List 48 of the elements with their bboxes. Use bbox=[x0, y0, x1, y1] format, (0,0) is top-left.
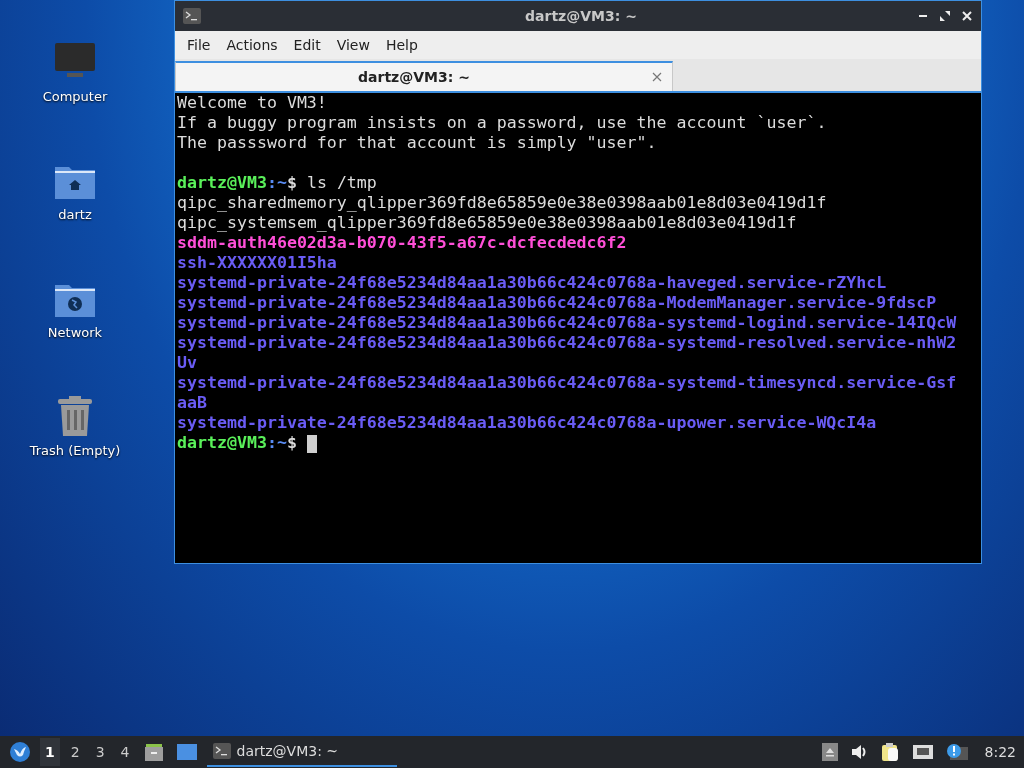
menu-item[interactable]: Edit bbox=[285, 37, 329, 53]
terminal-line: If a buggy program insists on a password, use the account `user`. bbox=[177, 113, 827, 132]
menu-item[interactable]: Help bbox=[377, 37, 426, 53]
notification-icon[interactable] bbox=[945, 743, 968, 761]
terminal-line: sddm-auth46e02d3a-b070-43f5-a67c-dcfecdedc6f2 bbox=[177, 233, 627, 252]
task-label: dartz@VM3: ~ bbox=[236, 743, 339, 759]
workspace-button[interactable]: 1 bbox=[40, 738, 60, 766]
terminal-icon bbox=[212, 743, 231, 759]
prompt-text: dartz@VM3:~$ bbox=[177, 173, 297, 192]
desktop-icon-label[interactable]: Network bbox=[47, 325, 103, 340]
desktop-icon-label[interactable]: Trash (Empty) bbox=[29, 443, 121, 458]
menu-item[interactable]: Actions bbox=[218, 37, 286, 53]
window-title: dartz@VM3: ~ bbox=[524, 8, 638, 24]
network-icon[interactable] bbox=[911, 743, 934, 761]
terminal-line: qipc_sharedmemory_qlipper369fd8e65859e0e38e0398aab01e8d03e0419d1f bbox=[177, 193, 827, 212]
workspace-button[interactable]: 4 bbox=[115, 738, 135, 766]
menu-item[interactable]: View bbox=[328, 37, 378, 53]
command-text: ls /tmp bbox=[305, 173, 377, 192]
file-cabinet-icon[interactable] bbox=[143, 742, 164, 762]
eject-icon[interactable] bbox=[821, 743, 838, 761]
taskbar-task[interactable]: dartz@VM3: ~ bbox=[206, 737, 397, 767]
trash-icon[interactable] bbox=[55, 395, 95, 437]
terminal-icon bbox=[183, 8, 201, 24]
terminal-line: systemd-private-24f68e5234d84aa1a30b66c424c0768a-haveged.service-rZYhcL bbox=[177, 273, 887, 292]
terminal-tab[interactable]: dartz@VM3: ~ bbox=[175, 61, 673, 91]
desktop-icon-label[interactable]: dartz bbox=[58, 207, 92, 222]
clipboard-icon[interactable] bbox=[879, 742, 900, 762]
clock[interactable]: 8:22 bbox=[984, 744, 1016, 760]
terminal-line: qipc_systemsem_qlipper369fd8e65859e0e38e0398aab01e8d03e0419d1f bbox=[177, 213, 797, 232]
tab-label: dartz@VM3: ~ bbox=[357, 69, 471, 85]
desktop-icon[interactable] bbox=[175, 743, 198, 761]
maximize-button[interactable] bbox=[939, 10, 951, 22]
terminal-line: Welcome to VM3! bbox=[177, 93, 327, 112]
terminal-line: systemd-private-24f68e5234d84aa1a30b66c424c0768a-systemd-logind.service-14IQcW bbox=[177, 313, 957, 332]
desktop-icon-label[interactable]: Computer bbox=[42, 89, 108, 104]
terminal-line: systemd-private-24f68e5234d84aa1a30b66c424c0768a-ModemManager.service-9fdscP bbox=[177, 293, 937, 312]
workspace-button[interactable]: 2 bbox=[65, 738, 85, 766]
prompt-text: dartz@VM3:~$ bbox=[177, 433, 297, 452]
terminal-line: systemd-private-24f68e5234d84aa1a30b66c424c0768a-systemd-resolved.service-nhW2 bbox=[177, 333, 957, 352]
terminal-line: The passsword for that account is simply "user". bbox=[177, 133, 657, 152]
volume-icon[interactable] bbox=[849, 743, 868, 761]
terminal-line: systemd-private-24f68e5234d84aa1a30b66c424c0768a-upower.service-WQcI4a bbox=[177, 413, 877, 432]
terminal-line: systemd-private-24f68e5234d84aa1a30b66c424c0768a-systemd-timesyncd.service-Gsf bbox=[177, 373, 957, 392]
terminal-line: ssh-XXXXXX01I5ha bbox=[177, 253, 337, 272]
workspace-button[interactable]: 3 bbox=[90, 738, 110, 766]
menu-item[interactable]: File bbox=[179, 37, 219, 53]
terminal-line: Uv bbox=[177, 353, 197, 372]
terminal-line: aaB bbox=[177, 393, 207, 412]
